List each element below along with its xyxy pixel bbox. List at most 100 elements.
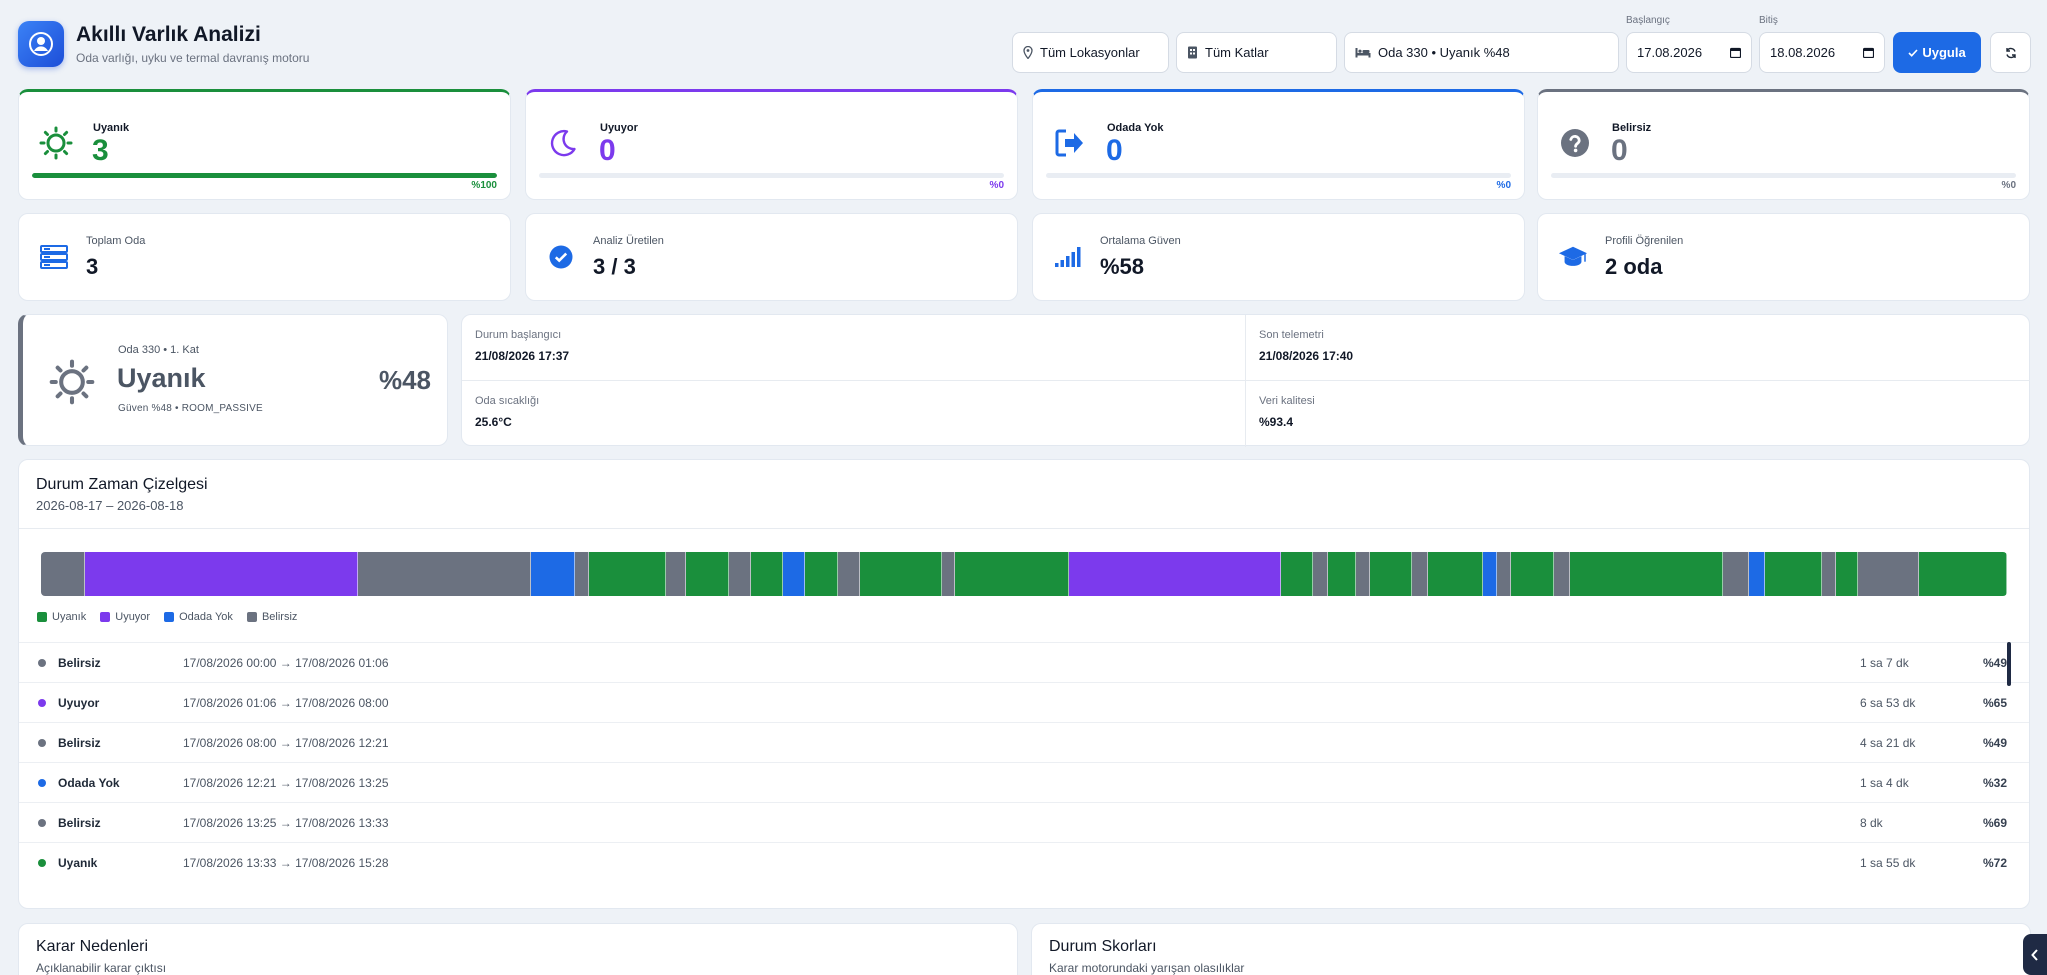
timeline-segment[interactable]	[782, 552, 805, 596]
end-date-value: 18.08.2026	[1770, 45, 1836, 60]
timeline-segment[interactable]	[1483, 552, 1497, 596]
row-duration: 8 dk	[1860, 816, 1883, 830]
bed-icon	[1355, 48, 1371, 58]
timeline-row[interactable]: Uyuyor 17/08/2026 01:06 → 17/08/2026 08:0…	[19, 682, 2029, 722]
timeline-segment[interactable]	[1748, 552, 1765, 596]
timeline-bar	[41, 552, 2007, 596]
state-scores-subtitle: Karar motorundaki yarışan olasılıklar	[1049, 961, 1245, 975]
last-telemetry-value: 21/08/2026 17:40	[1259, 349, 1354, 363]
list-scrollbar[interactable]	[2007, 642, 2011, 686]
timeline-segment[interactable]	[1312, 552, 1329, 596]
status-progress-fill	[32, 173, 497, 178]
timeline-segment[interactable]	[838, 552, 861, 596]
timeline-segment[interactable]	[588, 552, 666, 596]
timeline-segment[interactable]	[1280, 552, 1313, 596]
timeline-segment[interactable]	[41, 552, 85, 596]
legend-label: Uyanık	[52, 611, 87, 623]
timeline-segment[interactable]	[860, 552, 942, 596]
timeline-list: Belirsiz 17/08/2026 00:00 → 17/08/2026 01…	[19, 642, 2029, 882]
room-select[interactable]: Oda 330 • Uyanık %48	[1344, 32, 1619, 73]
question-icon	[1558, 126, 1592, 160]
timeline-segment[interactable]	[1822, 552, 1837, 596]
page-title: Akıllı Varlık Analizi	[76, 23, 261, 46]
sun-icon	[39, 126, 73, 160]
status-card-absent[interactable]: Odada Yok 0 %0	[1032, 89, 1525, 200]
legend-swatch	[100, 612, 111, 622]
row-duration: 4 sa 21 dk	[1860, 736, 1916, 750]
end-date-label: Bitiş	[1759, 15, 1778, 26]
timeline-row[interactable]: Belirsiz 17/08/2026 13:25 → 17/08/2026 13…	[19, 802, 2029, 842]
timeline-segment[interactable]	[751, 552, 783, 596]
legend-item: Uyanık	[37, 611, 86, 623]
timeline-segment[interactable]	[955, 552, 1069, 596]
current-state-confidence: Güven %48 • ROOM_PASSIVE	[118, 403, 263, 414]
timeline-segment[interactable]	[531, 552, 575, 596]
timeline-segment[interactable]	[1427, 552, 1484, 596]
timeline-segment[interactable]	[358, 552, 531, 596]
timeline-segment[interactable]	[941, 552, 956, 596]
timeline-segment[interactable]	[84, 552, 359, 596]
timeline-segment[interactable]	[1723, 552, 1749, 596]
timeline-segment[interactable]	[1356, 552, 1371, 596]
row-confidence: %32	[1982, 776, 2007, 790]
row-time-range: 17/08/2026 00:00 → 17/08/2026 01:06	[183, 656, 389, 670]
row-state: Belirsiz	[58, 816, 101, 830]
timeline-segment[interactable]	[1836, 552, 1858, 596]
data-quality-cell: Veri kalitesi %93.4	[1246, 381, 2030, 447]
timeline-segment[interactable]	[1411, 552, 1428, 596]
timeline-row[interactable]: Belirsiz 17/08/2026 00:00 → 17/08/2026 01…	[19, 642, 2029, 682]
status-card-label: Uyanık	[93, 122, 130, 134]
current-state-room: Oda 330 • 1. Kat	[118, 344, 199, 356]
timeline-segment[interactable]	[1328, 552, 1357, 596]
status-card-asleep[interactable]: Uyuyor 0 %0	[525, 89, 1018, 200]
refresh-icon	[2005, 47, 2016, 58]
sidebar-toggle-button[interactable]	[2023, 934, 2047, 975]
status-card-awake[interactable]: Uyanık 3 %100	[18, 89, 511, 200]
timeline-segment[interactable]	[1370, 552, 1412, 596]
timeline-segment[interactable]	[1919, 552, 2007, 596]
timeline-row[interactable]: Odada Yok 17/08/2026 12:21 → 17/08/2026 1…	[19, 762, 2029, 802]
timeline-segment[interactable]	[1570, 552, 1724, 596]
timeline-segment[interactable]	[1554, 552, 1571, 596]
state-dot	[38, 739, 46, 747]
current-state-title: Uyanık	[117, 363, 206, 393]
calendar-icon[interactable]	[1863, 47, 1874, 58]
timeline-segment[interactable]	[685, 552, 730, 596]
timeline-segment[interactable]	[574, 552, 589, 596]
timeline-row[interactable]: Uyanık 17/08/2026 13:33 → 17/08/2026 15:2…	[19, 842, 2029, 882]
status-card-value: 0	[599, 134, 616, 167]
timeline-segment[interactable]	[729, 552, 752, 596]
timeline-segment[interactable]	[804, 552, 839, 596]
timeline-segment[interactable]	[1068, 552, 1281, 596]
status-card-unknown[interactable]: Belirsiz 0 %0	[1537, 89, 2030, 200]
legend-item: Uyuyor	[100, 611, 150, 623]
timeline-segment[interactable]	[1857, 552, 1920, 596]
timeline-legend: Uyanık Uyuyor Odada Yok Belirsiz	[37, 611, 297, 623]
summary-card-value: 3 / 3	[593, 254, 636, 279]
decision-reasons-title: Karar Nedenleri	[36, 938, 149, 955]
floor-select[interactable]: Tüm Katlar	[1176, 32, 1337, 73]
start-date-input[interactable]: 17.08.2026	[1626, 32, 1752, 73]
timeline-row[interactable]: Belirsiz 17/08/2026 08:00 → 17/08/2026 12…	[19, 722, 2029, 762]
timeline-segment[interactable]	[1510, 552, 1555, 596]
row-confidence: %65	[1982, 696, 2007, 710]
row-time-range: 17/08/2026 08:00 → 17/08/2026 12:21	[183, 736, 389, 750]
end-date-input[interactable]: 18.08.2026	[1759, 32, 1885, 73]
page-subtitle: Oda varlığı, uyku ve termal davranış mot…	[76, 51, 310, 65]
apply-button[interactable]: Uygula	[1893, 32, 1981, 73]
status-card-label: Uyuyor	[600, 122, 638, 134]
status-card-value: 0	[1611, 134, 1628, 167]
summary-card-profiles: Profili Öğrenilen 2 oda	[1537, 213, 2030, 301]
calendar-icon[interactable]	[1730, 47, 1741, 58]
timeline-segment[interactable]	[1496, 552, 1511, 596]
state-start-cell: Durum başlangıcı 21/08/2026 17:37	[462, 315, 1246, 381]
moon-icon	[546, 126, 580, 160]
timeline-segment[interactable]	[665, 552, 686, 596]
timeline-card: Durum Zaman Çizelgesi 2026-08-17 – 2026-…	[18, 459, 2030, 909]
timeline-segment[interactable]	[1764, 552, 1823, 596]
row-duration: 1 sa 55 dk	[1860, 856, 1916, 870]
refresh-button[interactable]	[1990, 32, 2031, 73]
check-icon	[1908, 48, 1918, 57]
row-state: Uyanık	[58, 856, 98, 870]
location-select[interactable]: Tüm Lokasyonlar	[1012, 32, 1169, 73]
